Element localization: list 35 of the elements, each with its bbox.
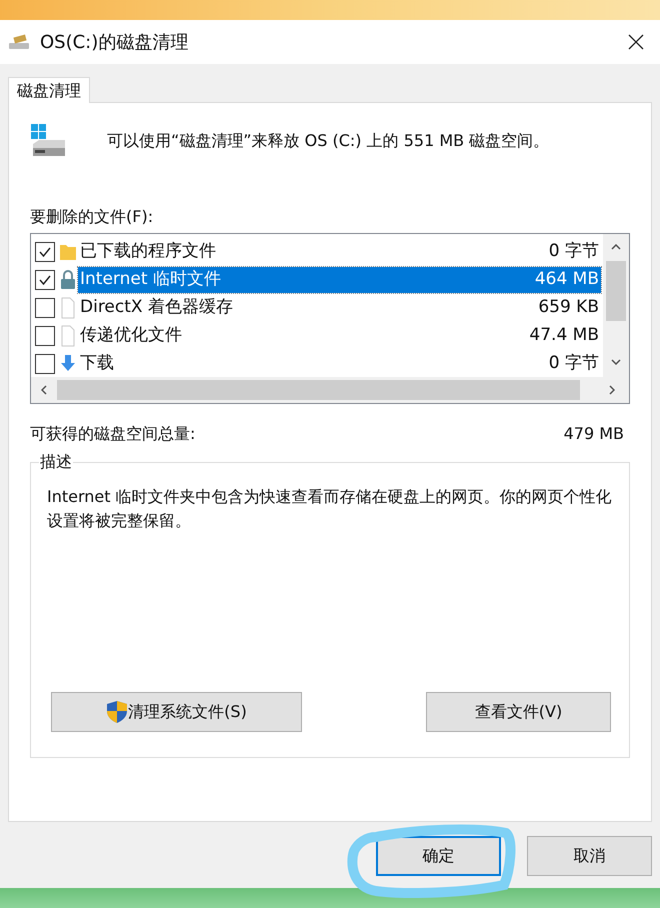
view-files-button[interactable]: 查看文件(V) — [426, 692, 611, 732]
intro-text: 可以使用“磁盘清理”来释放 OS (C:) 上的 551 MB 磁盘空间。 — [107, 130, 550, 152]
checkbox[interactable] — [35, 270, 55, 290]
horizontal-scrollbar[interactable] — [31, 377, 629, 404]
description-text: Internet 临时文件夹中包含为快速查看而存储在硬盘上的网页。你的网页个性化设置将被完整保留。 — [47, 486, 613, 532]
file-list-item[interactable]: Internet 临时文件 464 MB — [78, 267, 601, 294]
clean-system-files-button[interactable]: 清理系统文件(S) — [51, 692, 302, 732]
scroll-up-icon — [611, 244, 621, 250]
file-list-item[interactable]: 传递优化文件 47.4 MB — [78, 323, 601, 350]
file-list-item[interactable]: DirectX 着色器缓存 659 KB — [78, 295, 601, 322]
files-label: 要删除的文件(F): — [30, 206, 154, 228]
scrollbar-thumb[interactable] — [57, 380, 580, 400]
tab[interactable]: 磁盘清理 — [8, 77, 90, 104]
scroll-left-icon — [41, 385, 47, 396]
ok-button[interactable]: 确定 — [376, 836, 501, 876]
window-title: OS(C:)的磁盘清理 — [40, 30, 188, 54]
total-value: 479 MB — [564, 423, 624, 446]
vertical-scrollbar[interactable] — [603, 234, 629, 378]
scroll-right-icon — [609, 385, 615, 396]
checkbox[interactable] — [35, 354, 55, 374]
checkbox[interactable] — [35, 242, 55, 262]
check-icon — [38, 273, 52, 288]
checkbox[interactable] — [35, 326, 55, 346]
scroll-down-icon — [611, 359, 621, 366]
disk-cleanup-icon — [8, 33, 32, 51]
file-list-item[interactable]: 下载 0 字节 — [78, 351, 601, 378]
drive-icon — [31, 124, 67, 158]
close-icon — [628, 34, 644, 50]
total-label: 可获得的磁盘空间总量: — [30, 423, 196, 446]
scrollbar-thumb[interactable] — [606, 261, 626, 322]
checkbox[interactable] — [35, 298, 55, 318]
check-icon — [38, 245, 52, 260]
file-list-item[interactable]: 已下载的程序文件 0 字节 — [78, 239, 601, 266]
cancel-button[interactable]: 取消 — [527, 836, 652, 876]
lock-icon — [58, 269, 78, 292]
